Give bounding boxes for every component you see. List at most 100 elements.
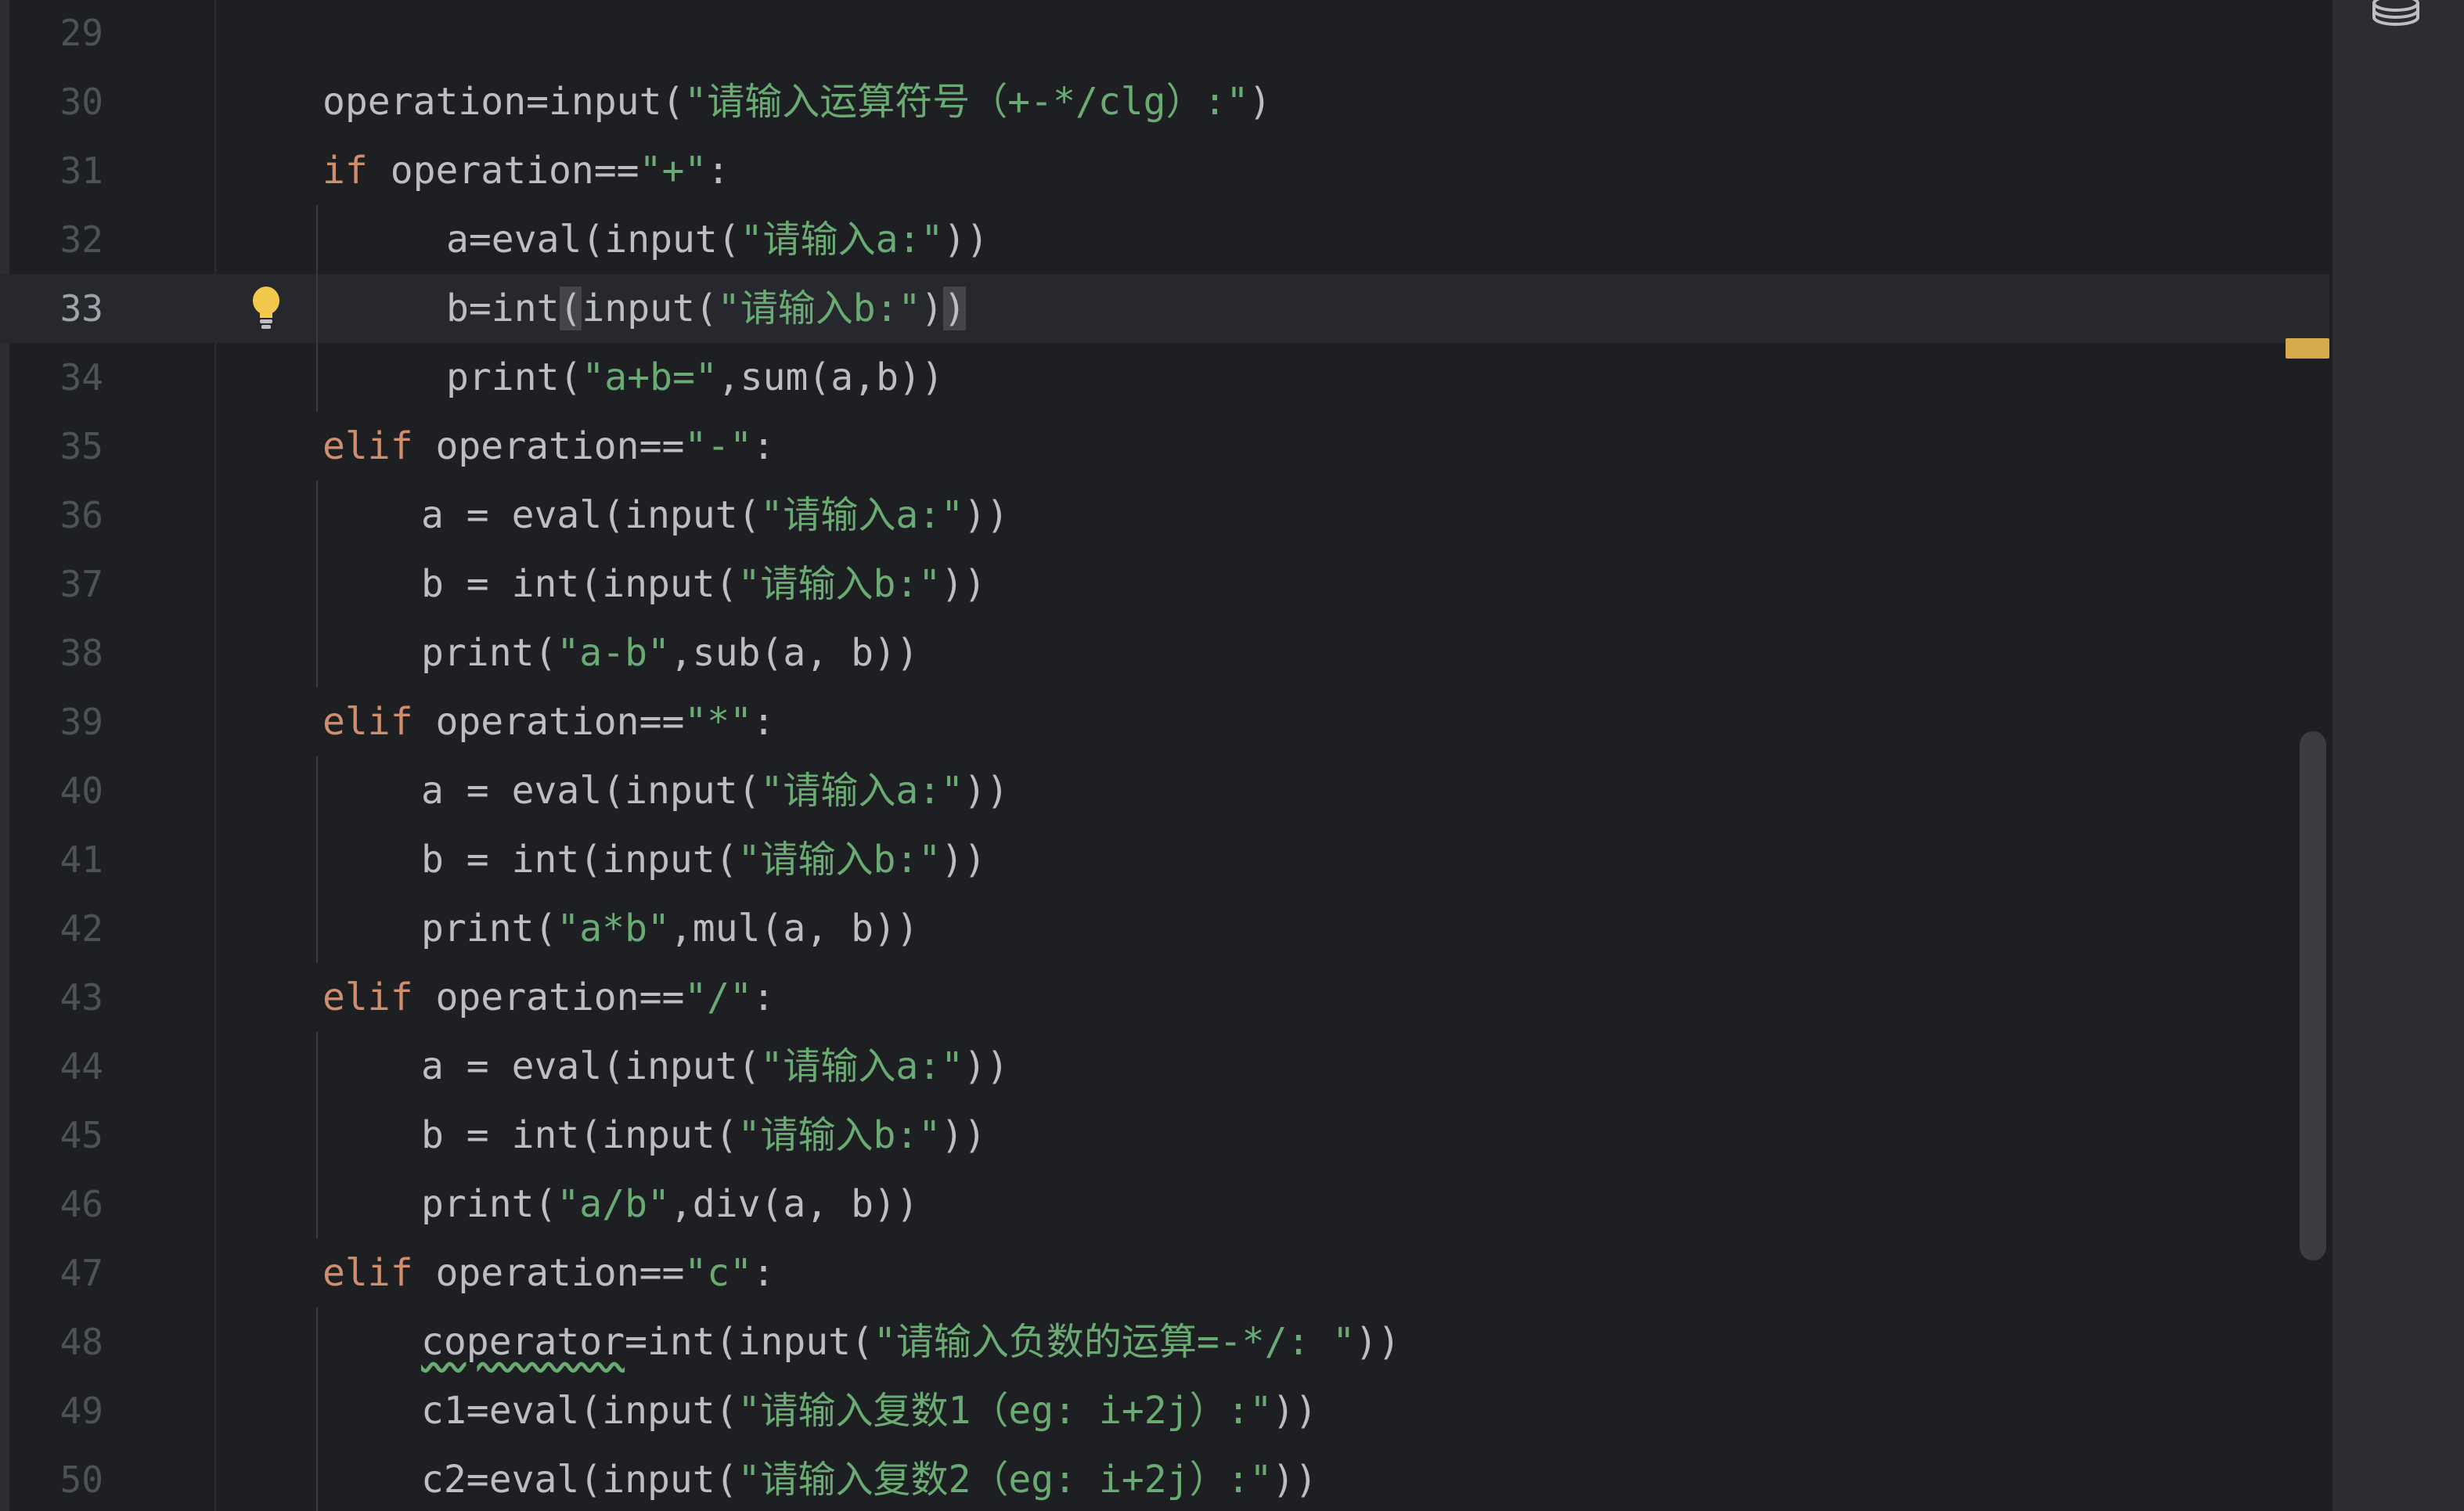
code-token: :	[707, 149, 730, 193]
string-token: "请输入a:"	[740, 218, 944, 261]
line-number: 45	[59, 1114, 103, 1156]
code-line[interactable]: 29	[0, 0, 2329, 67]
string-token: "请输入复数1（eg: i+2j）:"	[737, 1389, 1273, 1433]
code-text[interactable]: a=eval(input("请输入a:"))	[446, 205, 989, 274]
code-line[interactable]: 50 c2=eval(input("请输入复数2（eg: i+2j）:"))	[0, 1445, 2329, 1511]
code-text[interactable]: elif operation=="-":	[322, 412, 775, 481]
code-text[interactable]: elif operation=="*":	[322, 687, 775, 756]
lightbulb-icon[interactable]	[249, 285, 283, 332]
code-text[interactable]: if operation=="+":	[322, 136, 729, 205]
code-line[interactable]: 44 a = eval(input("请输入a:"))	[0, 1032, 2329, 1101]
code-text[interactable]: b = int(input("请输入b:"))	[421, 1101, 986, 1170]
indent-guide	[316, 825, 318, 894]
code-token: a=eval(input(	[446, 218, 740, 261]
code-token: )	[920, 287, 944, 330]
code-line[interactable]: 34 print("a+b=",sum(a,b))	[0, 343, 2329, 412]
code-line[interactable]: 36 a = eval(input("请输入a:"))	[0, 481, 2329, 550]
string-token: "请输入b:"	[717, 287, 921, 330]
code-token: print(	[421, 907, 557, 950]
code-token: ))	[941, 562, 986, 606]
code-line[interactable]: 47 elif operation=="c":	[0, 1239, 2329, 1307]
indent-guide	[316, 1445, 318, 1511]
indent-guide	[316, 1170, 318, 1239]
string-token: "a+b="	[582, 355, 718, 399]
code-line[interactable]: 33 b=int(input("请输入b:"))	[0, 274, 2329, 343]
code-text[interactable]: b = int(input("请输入b:"))	[421, 825, 986, 894]
code-text[interactable]: elif operation=="/":	[322, 963, 775, 1032]
code-line[interactable]: 32 a=eval(input("请输入a:"))	[0, 205, 2329, 274]
code-text[interactable]: print("a/b",div(a, b))	[421, 1170, 919, 1239]
string-token: "请输入复数2（eg: i+2j）:"	[737, 1458, 1273, 1502]
string-token: "请输入b:"	[737, 1113, 942, 1157]
code-text[interactable]: a = eval(input("请输入a:"))	[421, 756, 1009, 825]
code-editor[interactable]: 29 30 operation=input("请输入运算符号（+-*/clg）:")…	[0, 0, 2464, 1511]
line-number: 50	[59, 1459, 103, 1501]
line-number: 38	[59, 632, 103, 674]
code-text[interactable]: c1=eval(input("请输入复数1（eg: i+2j）:"))	[421, 1376, 1317, 1445]
string-token: "请输入a:"	[760, 769, 964, 813]
line-number: 39	[59, 701, 103, 743]
indent-guide	[316, 205, 318, 274]
code-text[interactable]: a = eval(input("请输入a:"))	[421, 481, 1009, 550]
line-number: 32	[59, 218, 103, 261]
code-text[interactable]: a = eval(input("请输入a:"))	[421, 1032, 1009, 1101]
code-line[interactable]: 30 operation=input("请输入运算符号（+-*/clg）:")	[0, 67, 2329, 136]
code-token: b = int(input(	[421, 562, 738, 606]
code-token: a = eval(input(	[421, 493, 761, 537]
code-line[interactable]: 40 a = eval(input("请输入a:"))	[0, 756, 2329, 825]
code-token: :	[752, 700, 775, 744]
code-token: ,sub(a, b))	[669, 631, 919, 675]
database-icon[interactable]	[2369, 0, 2423, 27]
line-number: 29	[59, 12, 103, 54]
code-text[interactable]: operation=input("请输入运算符号（+-*/clg）:")	[322, 67, 1271, 136]
code-line[interactable]: 42 print("a*b",mul(a, b))	[0, 894, 2329, 963]
indent-guide	[316, 618, 318, 687]
code-token: operation==	[412, 975, 685, 1019]
code-text[interactable]: b = int(input("请输入b:"))	[421, 550, 986, 618]
string-token: "/"	[684, 975, 753, 1019]
code-line[interactable]: 37 b = int(input("请输入b:"))	[0, 550, 2329, 618]
line-number: 43	[59, 976, 103, 1019]
code-text[interactable]: c2=eval(input("请输入复数2（eg: i+2j）:"))	[421, 1445, 1317, 1511]
code-token: operation=input(	[322, 80, 685, 124]
code-line[interactable]: 46 print("a/b",div(a, b))	[0, 1170, 2329, 1239]
code-line[interactable]: 31 if operation=="+":	[0, 136, 2329, 205]
keyword-token: if	[322, 149, 368, 193]
code-token: ))	[1272, 1458, 1318, 1502]
right-tool-strip	[2333, 0, 2464, 1511]
code-line[interactable]: 45 b = int(input("请输入b:"))	[0, 1101, 2329, 1170]
indent-guide	[316, 1376, 318, 1445]
string-token: "a/b"	[557, 1182, 670, 1226]
code-token: print(	[446, 355, 582, 399]
code-line[interactable]: 49 c1=eval(input("请输入复数1（eg: i+2j）:"))	[0, 1376, 2329, 1445]
string-token: "+"	[639, 149, 708, 193]
line-number: 47	[59, 1252, 103, 1294]
code-token: print(	[421, 1182, 557, 1226]
code-token: b = int(input(	[421, 838, 738, 882]
code-line[interactable]: 48 coperator=int(input("请输入负数的运算=-*/: "))	[0, 1307, 2329, 1376]
code-text[interactable]: coperator=int(input("请输入负数的运算=-*/: "))	[421, 1307, 1400, 1376]
string-token: "请输入a:"	[760, 493, 964, 537]
code-line[interactable]: 35 elif operation=="-":	[0, 412, 2329, 481]
indent-guide	[316, 756, 318, 825]
string-token: "请输入b:"	[737, 562, 942, 606]
code-token: =int(input(	[625, 1320, 874, 1364]
code-text[interactable]: print("a*b",mul(a, b))	[421, 894, 919, 963]
line-number: 35	[59, 425, 103, 467]
code-token: ))	[941, 1113, 986, 1157]
code-line[interactable]: 38 print("a-b",sub(a, b))	[0, 618, 2329, 687]
code-text[interactable]: print("a-b",sub(a, b))	[421, 618, 919, 687]
string-token: "a-b"	[557, 631, 670, 675]
line-number: 48	[59, 1321, 103, 1363]
code-text[interactable]: elif operation=="c":	[322, 1239, 775, 1307]
code-token: input(	[582, 287, 718, 330]
warning-marker[interactable]	[2286, 338, 2329, 359]
code-line[interactable]: 41 b = int(input("请输入b:"))	[0, 825, 2329, 894]
code-line[interactable]: 39 elif operation=="*":	[0, 687, 2329, 756]
code-text[interactable]: print("a+b=",sum(a,b))	[446, 343, 944, 412]
vertical-scrollbar[interactable]	[2300, 731, 2326, 1260]
string-token: "请输入负数的运算=-*/: "	[873, 1320, 1356, 1364]
code-text[interactable]: b=int(input("请输入b:"))	[446, 274, 967, 343]
string-token: "请输入运算符号（+-*/clg）:"	[684, 80, 1249, 124]
code-line[interactable]: 43 elif operation=="/":	[0, 963, 2329, 1032]
